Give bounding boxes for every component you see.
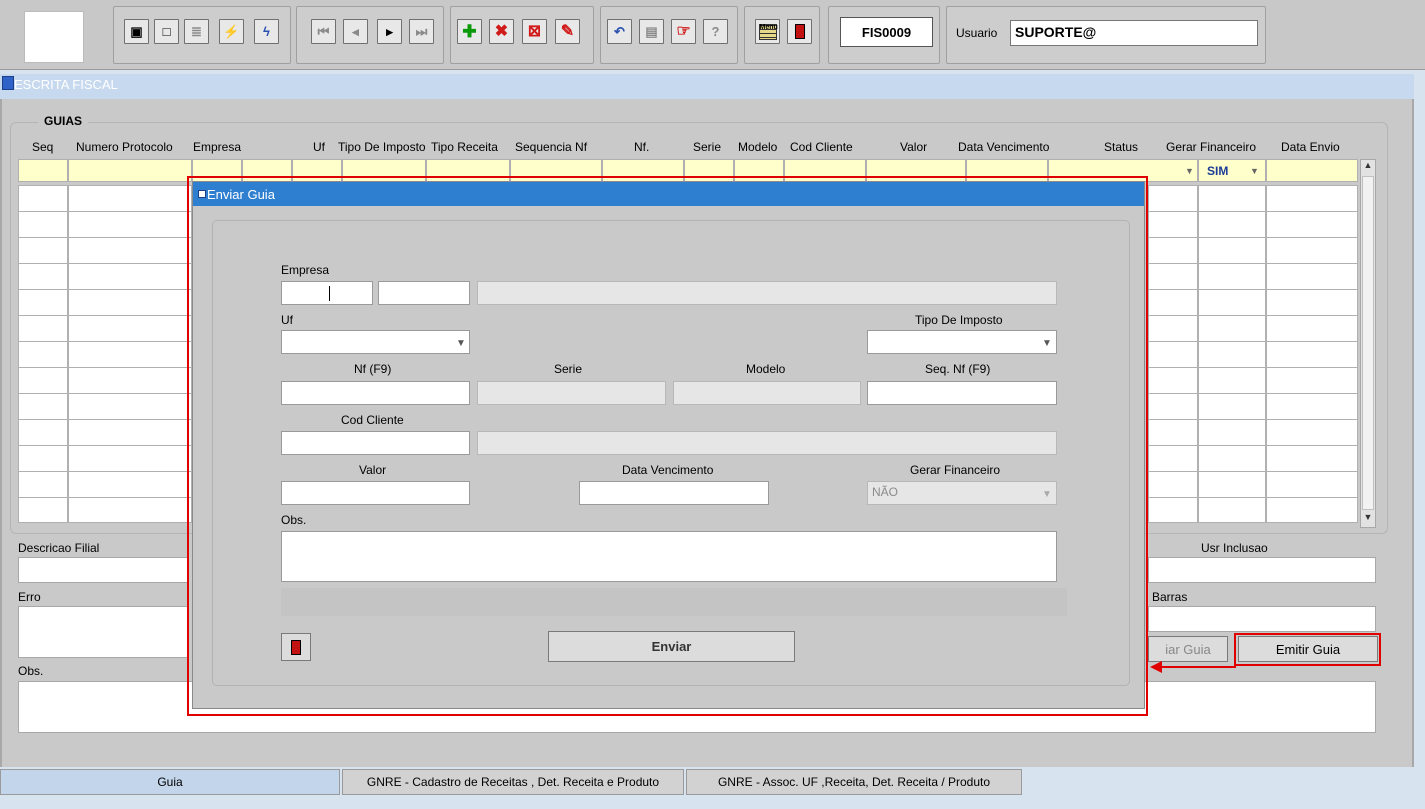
duplicate-record-icon[interactable]: ⊠ [522, 19, 547, 44]
highlight-arrow-head [1150, 661, 1162, 673]
col-header-nf: Nf. [634, 140, 650, 154]
undo-icon[interactable]: ↶ [607, 19, 632, 44]
print-icon[interactable]: ≣ [184, 19, 209, 44]
next-record-icon[interactable]: ▸ [377, 19, 402, 44]
company-logo [24, 11, 84, 63]
toolbar-group-menu: Menu [744, 6, 820, 64]
barras-field[interactable] [1148, 606, 1376, 632]
previous-record-icon[interactable]: ◂ [343, 19, 368, 44]
scroll-up-icon[interactable]: ▲ [1361, 160, 1375, 174]
col-header-numero-protocolo: Numero Protocolo [76, 140, 173, 154]
usuario-label: Usuario [956, 26, 998, 40]
delete-record-icon[interactable]: ✖ [489, 19, 514, 44]
enviar-guia-button[interactable]: iar Guia [1148, 636, 1228, 662]
highlight-arrow-shaft [1160, 666, 1236, 668]
col-header-sequencia-nf: Sequencia Nf [515, 140, 588, 154]
protocolo-column-rows[interactable] [68, 185, 192, 523]
tab-guia[interactable]: Guia [0, 769, 340, 795]
emitir-guia-highlight-box [1234, 633, 1381, 666]
tab-gnre-assoc-uf[interactable]: GNRE - Assoc. UF ,Receita, Det. Receita … [686, 769, 1022, 795]
menu-icon[interactable]: Menu [755, 19, 780, 44]
clear-record-icon[interactable]: ✎ [555, 19, 580, 44]
toolbar-group-file: ▣ □ ≣ ⚡ ϟ [113, 6, 291, 64]
col-header-uf: Uf [313, 140, 325, 154]
col-header-data-vencimento: Data Vencimento [958, 140, 1050, 154]
obs-label: Obs. [18, 664, 44, 678]
col-header-tipo-receita: Tipo Receita [431, 140, 498, 154]
col-header-valor: Valor [900, 140, 928, 154]
row1-gerar-financeiro-dropdown-icon[interactable]: ▼ [1250, 166, 1259, 176]
col-header-cod-cliente: Cod Cliente [790, 140, 853, 154]
descricao-filial-label: Descricao Filial [18, 541, 100, 555]
col-header-empresa: Empresa [193, 140, 242, 154]
col-header-serie: Serie [693, 140, 722, 154]
toolbar-group-edit: ✚ ✖ ⊠ ✎ [450, 6, 594, 64]
col-header-status: Status [1104, 140, 1139, 154]
usuario-field[interactable]: SUPORTE@ [1010, 20, 1258, 46]
erro-label: Erro [18, 590, 41, 604]
form-code: FIS0009 [840, 17, 933, 47]
row1-data-envio-cell[interactable] [1266, 159, 1358, 182]
usr-inclusao-label: Usr Inclusao [1201, 541, 1268, 555]
tab-gnre-cadastro-receitas[interactable]: GNRE - Cadastro de Receitas , Det. Recei… [342, 769, 684, 795]
row1-seq-cell[interactable] [18, 159, 68, 182]
toolbar-group-tools: ↶ ▤ ☞ ? [600, 6, 738, 64]
usr-inclusao-field[interactable] [1148, 557, 1376, 583]
status-column-rows[interactable] [1148, 185, 1198, 523]
col-header-gerar-financeiro: Gerar Financeiro [1166, 140, 1257, 154]
window-icon[interactable]: □ [154, 19, 179, 44]
gerar-financeiro-column-rows[interactable] [1198, 185, 1266, 523]
col-header-modelo: Modelo [738, 140, 778, 154]
clipboard-icon[interactable]: ▤ [639, 19, 664, 44]
toolbar-group-nav: ⏮ ◂ ▸ ⏭ [296, 6, 444, 64]
dialog-highlight-box [187, 176, 1148, 716]
col-header-seq: Seq [32, 140, 54, 154]
window-icon [2, 76, 14, 90]
seq-column-rows[interactable] [18, 185, 68, 523]
help-icon[interactable]: ? [703, 19, 728, 44]
descricao-filial-field[interactable] [18, 557, 188, 583]
window-title: ESCRITA FISCAL [0, 74, 1414, 99]
guias-title: GUIAS [38, 114, 89, 128]
col-header-data-envio: Data Envio [1281, 140, 1340, 154]
scroll-down-icon[interactable]: ▼ [1361, 512, 1375, 526]
menu-glyph: Menu [758, 23, 778, 40]
insert-record-icon[interactable]: ✚ [457, 19, 482, 44]
query-icon[interactable]: ⚡ [219, 19, 244, 44]
first-record-icon[interactable]: ⏮ [311, 19, 336, 44]
row1-numero-protocolo-cell[interactable] [68, 159, 192, 182]
barras-label: Barras [1152, 590, 1188, 604]
execute-query-icon[interactable]: ϟ [254, 19, 279, 44]
last-record-icon[interactable]: ⏭ [409, 19, 434, 44]
col-header-tipo-imposto: Tipo De Imposto [338, 140, 426, 154]
exit-door-icon[interactable] [787, 19, 812, 44]
grid-scrollbar-thumb[interactable] [1362, 176, 1374, 510]
save-icon[interactable]: ▣ [124, 19, 149, 44]
list-values-icon[interactable]: ☞ [671, 19, 696, 44]
erro-field[interactable] [18, 606, 188, 658]
data-envio-column-rows[interactable] [1266, 185, 1358, 523]
